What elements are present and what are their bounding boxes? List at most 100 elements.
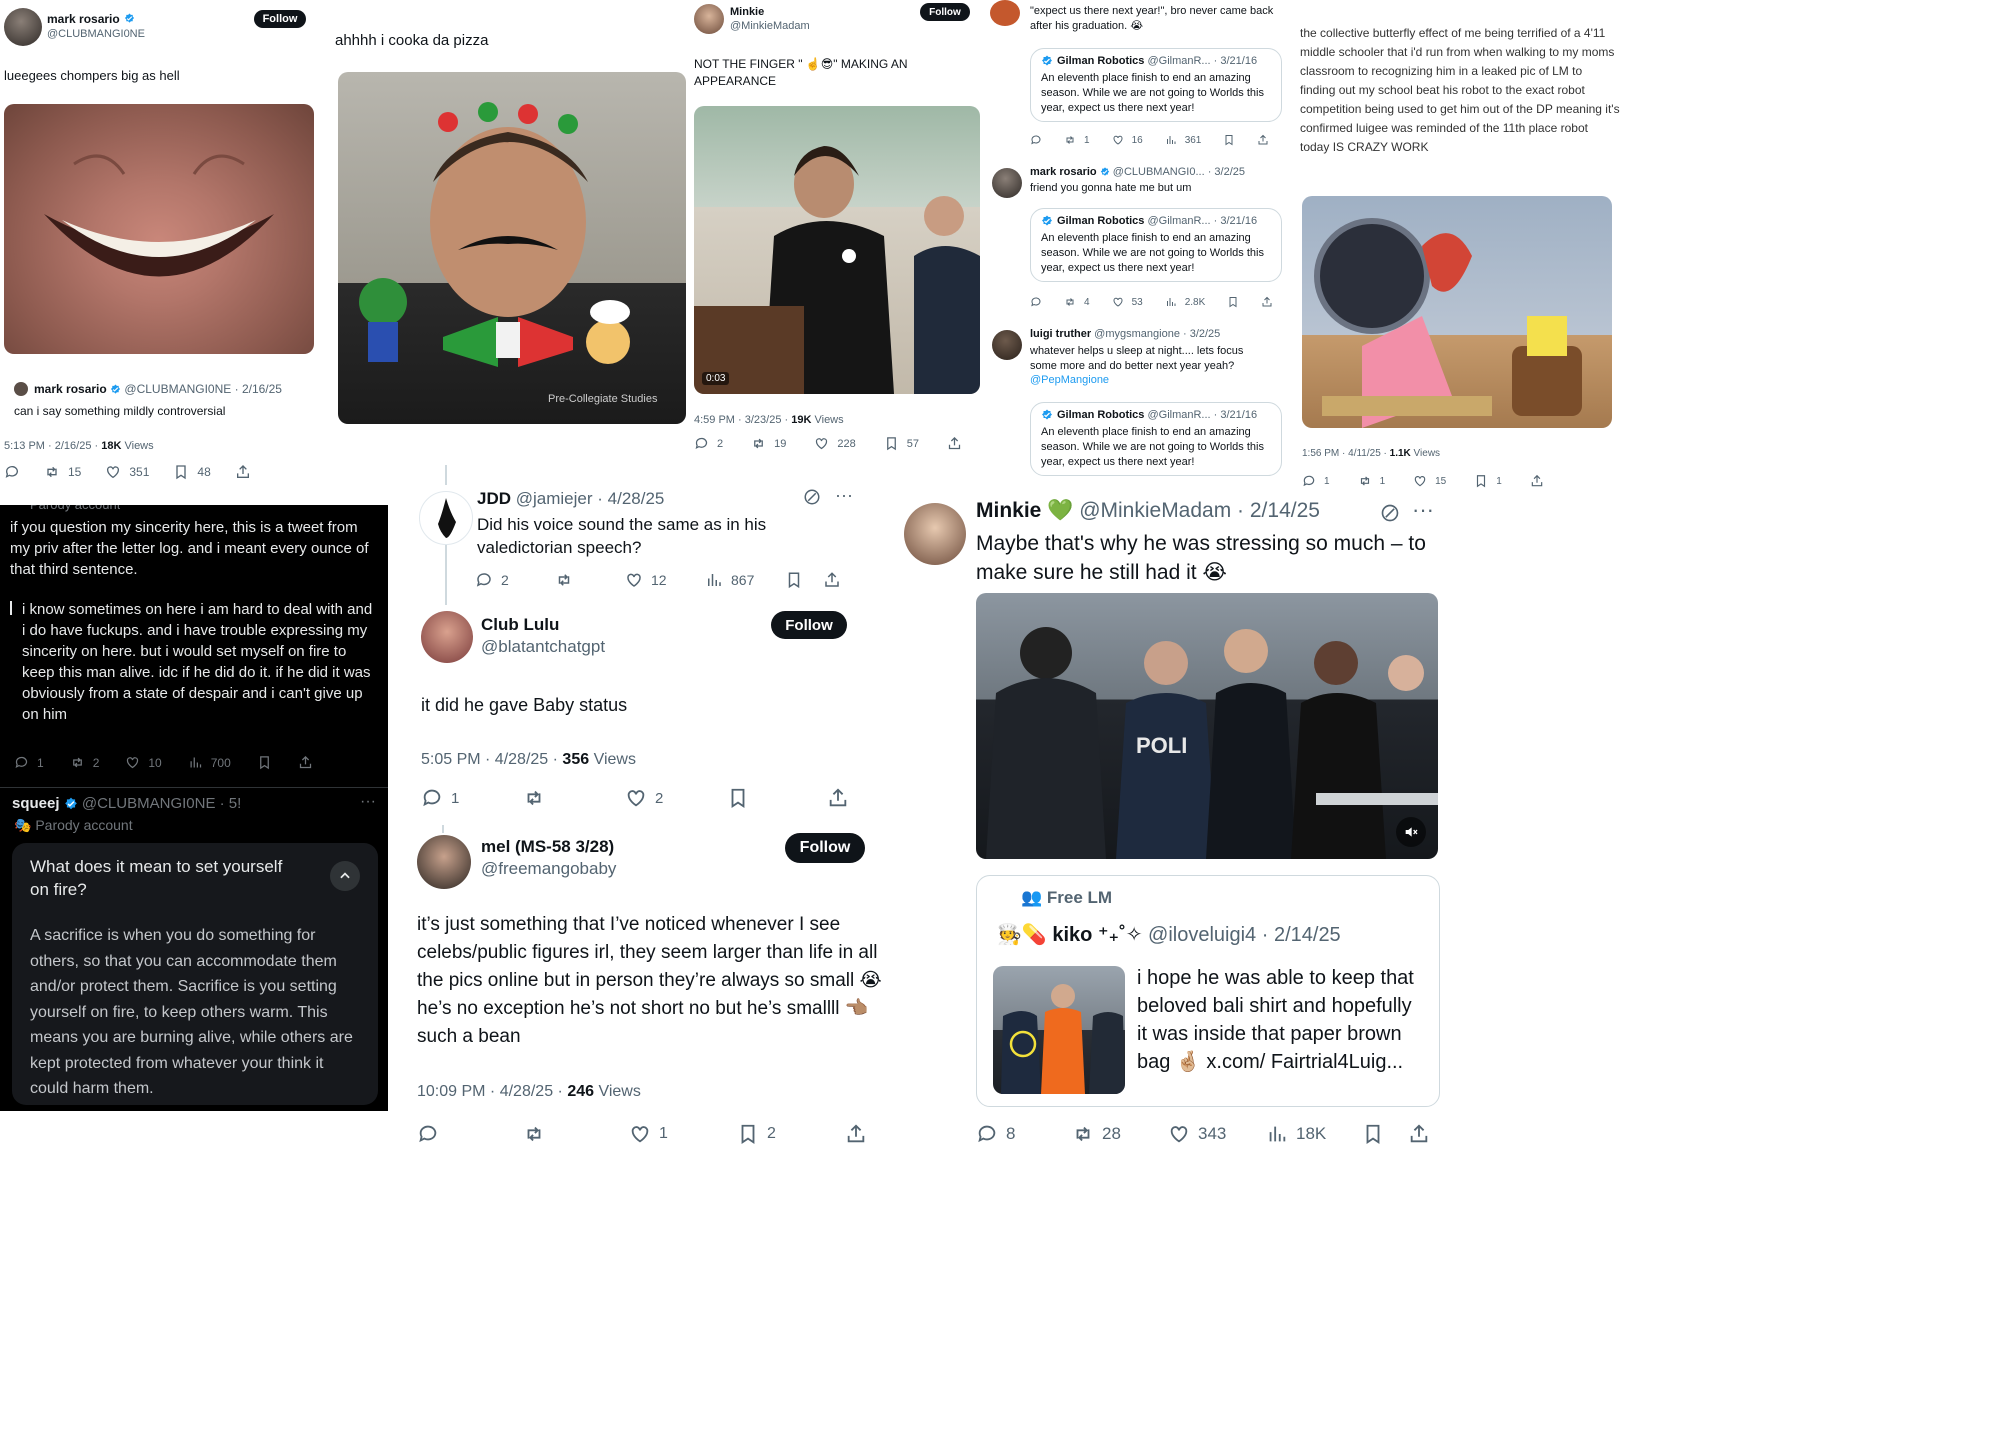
- like-button[interactable]: 343: [1168, 1123, 1266, 1145]
- views-button[interactable]: 867: [705, 571, 785, 589]
- bookmark-button[interactable]: [1223, 134, 1235, 146]
- share-button[interactable]: [823, 571, 841, 589]
- community-label[interactable]: 👥 Free LM: [1021, 888, 1112, 908]
- author-handle[interactable]: @jamiejer: [516, 489, 593, 508]
- quote-author-name[interactable]: mark rosario: [34, 382, 107, 396]
- more-icon[interactable]: ···: [360, 793, 376, 811]
- bookmark-button[interactable]: 57: [884, 436, 919, 451]
- author-name[interactable]: Minkie 💚: [976, 499, 1073, 522]
- views-button[interactable]: 18K: [1266, 1123, 1362, 1145]
- share-button[interactable]: [1261, 296, 1273, 308]
- quote-author-handle[interactable]: @iloveluigi4 · 2/14/25: [1148, 924, 1341, 946]
- author-name[interactable]: mark rosario: [47, 12, 120, 26]
- reply-button[interactable]: 2: [475, 571, 555, 589]
- tweet-image-spongebob[interactable]: [1302, 196, 1612, 428]
- tweet-timestamp[interactable]: 1:56 PM · 4/11/25 ·: [1302, 448, 1387, 459]
- quote-author-name[interactable]: Gilman Robotics: [1057, 409, 1144, 421]
- quote-author-handle[interactable]: @CLUBMANGI0NE: [124, 382, 231, 396]
- avatar[interactable]: [417, 835, 471, 889]
- like-button[interactable]: 351: [105, 464, 149, 480]
- tweet-timestamp[interactable]: 4:59 PM · 3/23/25 ·: [694, 414, 788, 426]
- retweet-button[interactable]: 28: [1072, 1123, 1168, 1145]
- retweet-button[interactable]: 2: [70, 755, 99, 770]
- share-button[interactable]: [1257, 134, 1269, 146]
- follow-button[interactable]: Follow: [920, 3, 970, 21]
- retweet-button[interactable]: [555, 571, 625, 589]
- quote-card[interactable]: Gilman Robotics @GilmanR... · 3/21/16 An…: [1030, 208, 1282, 282]
- quote-author-handle[interactable]: @GilmanR... · 3/21/16: [1147, 215, 1257, 227]
- bookmark-button[interactable]: 2: [737, 1123, 845, 1145]
- quote-card[interactable]: Gilman Robotics @GilmanR... · 3/21/16 An…: [1030, 48, 1282, 122]
- author-handle[interactable]: @blatantchatgpt: [481, 637, 605, 657]
- reply-author-handle[interactable]: @mygsmangione · 3/2/25: [1094, 328, 1220, 340]
- author-handle[interactable]: @CLUBMANGI0NE · 5!: [82, 795, 241, 812]
- reply-button[interactable]: 2: [694, 436, 723, 451]
- author-name[interactable]: squeej: [12, 795, 60, 812]
- like-button[interactable]: 53: [1112, 296, 1143, 308]
- quote-author-handle[interactable]: @GilmanR... · 3/21/16: [1147, 55, 1257, 67]
- reply-button[interactable]: [1030, 134, 1042, 146]
- reply-button[interactable]: [417, 1123, 523, 1145]
- author-handle[interactable]: @freemangobaby: [481, 859, 616, 879]
- bookmark-button[interactable]: [1362, 1123, 1408, 1145]
- reply-author-name[interactable]: luigi truther: [1030, 328, 1091, 340]
- quote-avatar[interactable]: [14, 382, 28, 396]
- views-button[interactable]: 2.8K: [1165, 296, 1205, 308]
- reply-button[interactable]: 8: [976, 1123, 1072, 1145]
- avatar[interactable]: [419, 491, 473, 545]
- share-button[interactable]: [1408, 1123, 1430, 1145]
- share-button[interactable]: [235, 464, 251, 480]
- share-button[interactable]: [298, 755, 313, 770]
- avatar[interactable]: [421, 611, 473, 663]
- retweet-button[interactable]: 1: [1358, 474, 1385, 488]
- mute-button[interactable]: [1396, 817, 1426, 847]
- reply-author-name[interactable]: mark rosario: [1030, 166, 1097, 178]
- retweet-button[interactable]: 19: [751, 436, 786, 451]
- tweet-video[interactable]: 0:03: [694, 106, 980, 394]
- collapse-button[interactable]: [330, 861, 360, 891]
- views-button[interactable]: 700: [188, 755, 231, 770]
- tweet-timestamp[interactable]: 5:05 PM · 4/28/25 ·: [421, 751, 558, 768]
- avatar[interactable]: [992, 330, 1022, 360]
- quote-card[interactable]: Gilman Robotics @GilmanR... · 3/21/16 An…: [1030, 402, 1282, 476]
- share-button[interactable]: [1530, 474, 1544, 488]
- author-name[interactable]: Minkie: [730, 6, 764, 18]
- bookmark-button[interactable]: [727, 787, 827, 809]
- quote-author-name[interactable]: Gilman Robotics: [1057, 55, 1144, 67]
- quote-author-handle[interactable]: @GilmanR... · 3/21/16: [1147, 409, 1257, 421]
- reply-button[interactable]: 1: [14, 755, 44, 770]
- author-handle[interactable]: @MinkieMadam: [730, 20, 810, 32]
- retweet-button[interactable]: [523, 787, 625, 809]
- like-button[interactable]: 16: [1112, 134, 1143, 146]
- reply-button[interactable]: 1: [1302, 474, 1330, 488]
- author-name[interactable]: Club Lulu: [481, 615, 559, 635]
- more-icon[interactable]: ···: [835, 485, 853, 506]
- reply-button[interactable]: 1: [421, 787, 523, 809]
- retweet-button[interactable]: [523, 1123, 629, 1145]
- mention-link[interactable]: @PepMangione: [1030, 374, 1109, 386]
- bookmark-button[interactable]: [1227, 296, 1239, 308]
- tweet-image-smile[interactable]: [4, 104, 314, 354]
- views-button[interactable]: 361: [1165, 134, 1201, 146]
- like-button[interactable]: 2: [625, 787, 727, 809]
- bookmark-button[interactable]: 48: [173, 464, 211, 480]
- retweet-button[interactable]: 15: [44, 464, 81, 480]
- share-button[interactable]: [845, 1123, 867, 1145]
- reply-button[interactable]: [1030, 296, 1042, 308]
- follow-button[interactable]: Follow: [254, 10, 306, 28]
- grok-icon[interactable]: [1380, 503, 1400, 523]
- author-handle[interactable]: @MinkieMadam · 2/14/25: [1079, 499, 1320, 522]
- avatar[interactable]: [990, 0, 1020, 26]
- tweet-video-perp-walk[interactable]: POLI: [976, 593, 1438, 859]
- avatar[interactable]: [992, 168, 1022, 198]
- like-button[interactable]: 15: [1413, 474, 1446, 488]
- tweet-image-pizza-edit[interactable]: Pre-Collegiate Studies: [338, 72, 686, 424]
- avatar[interactable]: [4, 8, 42, 46]
- follow-button[interactable]: Follow: [771, 611, 847, 639]
- more-icon[interactable]: ···: [1412, 497, 1434, 523]
- grok-panel[interactable]: What does it mean to set yourself on fir…: [12, 843, 378, 1105]
- bookmark-button[interactable]: 1: [1474, 474, 1502, 488]
- like-button[interactable]: 228: [814, 436, 856, 451]
- quote-card[interactable]: 👥 Free LM 🧑‍🍳💊 kiko ⁺₊˚✧ @iloveluigi4 · …: [976, 875, 1440, 1107]
- reply-author-handle[interactable]: @CLUBMANGI0... · 3/2/25: [1113, 166, 1245, 178]
